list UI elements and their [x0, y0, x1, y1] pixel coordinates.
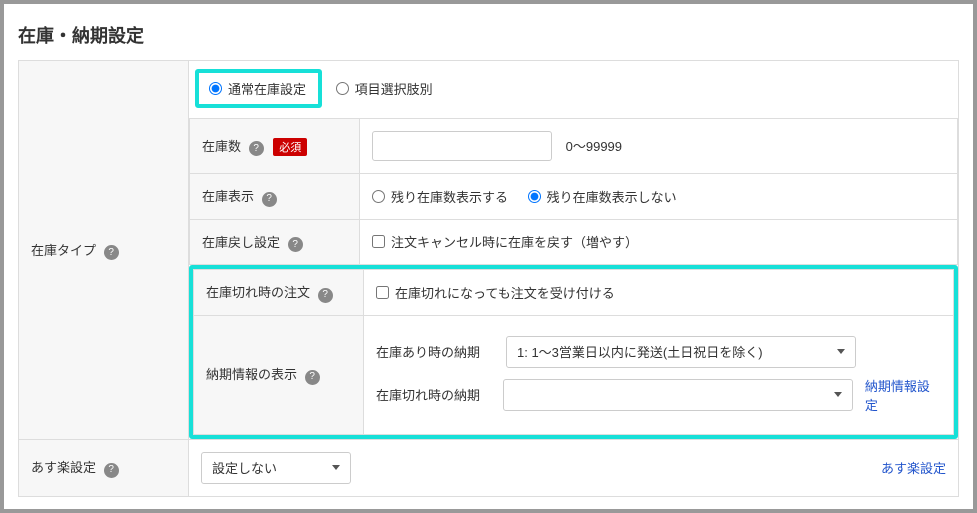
asuraku-value: 設定しない — [212, 458, 277, 477]
stock-qty-cell: 0～99999 — [360, 119, 958, 174]
delivery-instock-label: 在庫あり時の納期 — [376, 342, 506, 361]
chevron-down-icon — [834, 392, 842, 397]
tab-normal-stock-label: 通常在庫設定 — [228, 79, 306, 98]
oos-order-checkbox-wrap[interactable]: 在庫切れになっても注文を受け付ける — [376, 283, 615, 302]
delivery-label-cell: 納期情報の表示 ? — [194, 315, 364, 434]
help-icon[interactable]: ? — [262, 192, 277, 207]
delivery-outstock-label: 在庫切れ時の納期 — [376, 385, 503, 404]
delivery-instock-value: 1: 1～3営業日以内に発送(土日祝日を除く) — [517, 342, 763, 361]
oos-order-cell: 在庫切れになっても注文を受け付ける — [364, 270, 954, 316]
delivery-label: 納期情報の表示 — [206, 367, 297, 382]
tab-variant-stock-label: 項目選択肢別 — [355, 79, 433, 98]
stock-return-label-cell: 在庫戻し設定 ? — [190, 219, 360, 265]
delivery-settings-link[interactable]: 納期情報設定 — [865, 376, 941, 414]
stock-type-label-cell: 在庫タイプ ? — [19, 61, 189, 440]
stock-display-hide-label: 残り在庫数表示しない — [547, 187, 677, 206]
asuraku-select[interactable]: 設定しない — [201, 452, 351, 484]
delivery-outstock-select[interactable] — [503, 379, 853, 411]
stock-type-tabs: 通常在庫設定 項目選択肢別 — [189, 61, 958, 118]
help-icon[interactable]: ? — [318, 288, 333, 303]
asuraku-cell: 設定しない あす楽設定 — [189, 439, 959, 496]
help-icon[interactable]: ? — [288, 237, 303, 252]
stock-display-hide[interactable]: 残り在庫数表示しない — [528, 187, 677, 206]
stock-return-checkbox-wrap[interactable]: 注文キャンセル時に在庫を戻す（増やす） — [372, 232, 638, 251]
stock-display-hide-radio[interactable] — [528, 190, 541, 203]
stock-return-cell: 注文キャンセル時に在庫を戻す（増やす） — [360, 219, 958, 265]
stock-qty-label-cell: 在庫数 ? 必須 — [190, 119, 360, 174]
help-icon[interactable]: ? — [305, 370, 320, 385]
stock-return-chk-label: 注文キャンセル時に在庫を戻す（増やす） — [391, 232, 638, 251]
stock-return-checkbox[interactable] — [372, 235, 385, 248]
stock-type-label: 在庫タイプ — [31, 243, 96, 258]
stock-display-show-radio[interactable] — [372, 190, 385, 203]
chevron-down-icon — [332, 465, 340, 470]
asuraku-settings-link[interactable]: あす楽設定 — [881, 458, 946, 477]
help-icon[interactable]: ? — [249, 141, 264, 156]
oos-order-label: 在庫切れ時の注文 — [206, 285, 310, 300]
stock-display-label-cell: 在庫表示 ? — [190, 174, 360, 220]
help-icon[interactable]: ? — [104, 245, 119, 260]
tab-normal-stock[interactable]: 通常在庫設定 — [199, 73, 316, 104]
stock-return-label: 在庫戻し設定 — [202, 235, 280, 250]
highlight-tab-normal: 通常在庫設定 — [195, 69, 322, 108]
required-badge: 必須 — [273, 138, 307, 156]
oos-order-label-cell: 在庫切れ時の注文 ? — [194, 270, 364, 316]
tab-variant-stock[interactable]: 項目選択肢別 — [326, 73, 443, 104]
asuraku-label-cell: あす楽設定 ? — [19, 439, 189, 496]
stock-qty-input[interactable] — [372, 131, 552, 161]
stock-display-show-label: 残り在庫数表示する — [391, 187, 508, 206]
oos-order-checkbox[interactable] — [376, 286, 389, 299]
help-icon[interactable]: ? — [104, 463, 119, 478]
stock-qty-label: 在庫数 — [202, 139, 241, 154]
chevron-down-icon — [837, 349, 845, 354]
stock-display-label: 在庫表示 — [202, 189, 254, 204]
tab-variant-stock-radio[interactable] — [336, 82, 349, 95]
tab-normal-stock-radio[interactable] — [209, 82, 222, 95]
section-title: 在庫・納期設定 — [18, 22, 959, 48]
delivery-cell: 在庫あり時の納期 1: 1～3営業日以内に発送(土日祝日を除く) 在庫切れ時の納… — [364, 315, 954, 434]
oos-order-chk-label: 在庫切れになっても注文を受け付ける — [395, 283, 615, 302]
stock-display-cell: 残り在庫数表示する 残り在庫数表示しない — [360, 174, 958, 220]
stock-type-content: 通常在庫設定 項目選択肢別 在庫数 — [189, 61, 959, 440]
delivery-instock-select[interactable]: 1: 1～3営業日以内に発送(土日祝日を除く) — [506, 336, 856, 368]
highlight-delivery-block: 在庫切れ時の注文 ? 在庫切れになっても注文を受け付ける — [189, 265, 958, 439]
asuraku-label: あす楽設定 — [31, 460, 96, 475]
stock-qty-hint: 0～99999 — [566, 139, 622, 154]
stock-display-show[interactable]: 残り在庫数表示する — [372, 187, 508, 206]
